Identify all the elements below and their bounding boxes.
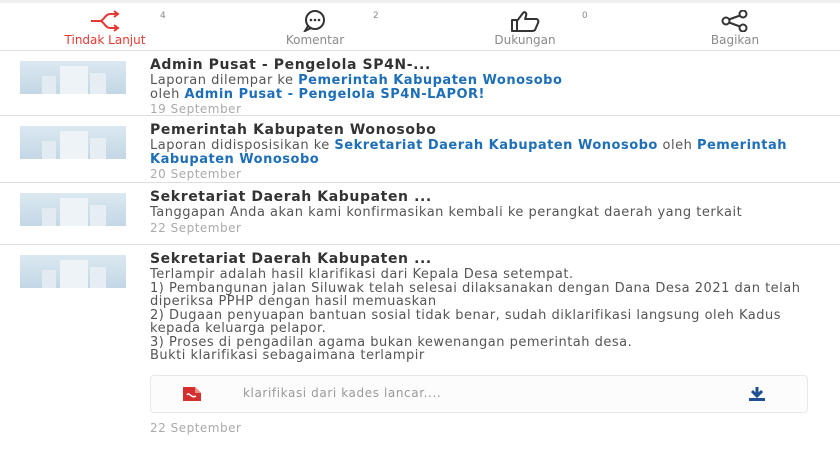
follow-up-count: 4 xyxy=(160,11,166,21)
support-label: Dukungan xyxy=(494,33,556,47)
body-line: 3) Proses di pengadilan agama bukan kewe… xyxy=(150,334,633,350)
download-icon[interactable] xyxy=(747,386,767,402)
comment-count: 2 xyxy=(373,11,379,21)
share-icon xyxy=(721,10,748,32)
pdf-file-icon xyxy=(183,386,201,401)
follow-up-button[interactable]: 4 Tindak Lanjut xyxy=(0,4,210,50)
share-forward-icon xyxy=(91,10,120,32)
item-date: 22 September xyxy=(150,420,242,435)
timeline-item: Admin Pusat - Pengelola SP4N-... Laporan… xyxy=(0,51,840,116)
body-text: oleh xyxy=(657,138,697,153)
thumbs-up-icon xyxy=(511,11,540,32)
report-timeline: Admin Pusat - Pengelola SP4N-... Laporan… xyxy=(0,51,840,465)
item-date: 19 September xyxy=(150,102,242,116)
support-button[interactable]: 0 Dukungan xyxy=(420,4,630,50)
agency-avatar xyxy=(20,193,126,226)
body-line: 1) Pembangunan jalan Siluwak telah seles… xyxy=(150,280,801,309)
item-body: Tanggapan Anda akan kami konfirmasikan k… xyxy=(150,205,743,220)
attachment-filename: klarifikasi dari kades lancar.... xyxy=(243,385,442,400)
follow-up-label: Tindak Lanjut xyxy=(64,33,146,47)
timeline-item: Sekretariat Daerah Kabupaten ... Tanggap… xyxy=(0,183,840,245)
item-body: Terlampir adalah hasil klarifikasi dari … xyxy=(150,268,810,363)
item-body: Laporan didisposisikan ke Sekretariat Da… xyxy=(150,139,810,166)
support-count: 0 xyxy=(582,11,588,21)
item-title: Sekretariat Daerah Kabupaten ... xyxy=(150,189,432,205)
item-title: Admin Pusat - Pengelola SP4N-... xyxy=(150,57,431,73)
agency-avatar xyxy=(20,61,126,94)
body-text: oleh xyxy=(150,86,185,102)
item-title: Sekretariat Daerah Kabupaten ... xyxy=(150,251,432,267)
agency-avatar xyxy=(20,255,126,288)
report-action-bar: 4 Tindak Lanjut 2 Komentar 0 Dukungan Ba… xyxy=(0,4,840,51)
share-label: Bagikan xyxy=(710,33,760,47)
item-date: 22 September xyxy=(150,220,242,235)
share-button[interactable]: Bagikan xyxy=(630,4,840,50)
item-body: Laporan dilempar ke Pemerintah Kabupaten… xyxy=(150,74,810,101)
agency-link[interactable]: Sekretariat Daerah Kabupaten Wonosobo xyxy=(334,138,657,153)
item-title: Pemerintah Kabupaten Wonosobo xyxy=(150,122,437,138)
body-line: Bukti klarifikasi sebagaimana terlampir xyxy=(150,348,425,363)
agency-avatar xyxy=(20,126,126,159)
comment-bubble-icon xyxy=(303,10,325,32)
body-line: Terlampir adalah hasil klarifikasi dari … xyxy=(150,267,574,282)
item-date: 20 September xyxy=(150,167,242,181)
agency-link[interactable]: Admin Pusat - Pengelola SP4N-LAPOR! xyxy=(184,87,485,102)
top-divider xyxy=(0,0,840,3)
body-line: 2) Dugaan penyuapan bantuan sosial tidak… xyxy=(150,307,782,336)
timeline-item: Sekretariat Daerah Kabupaten ... Terlamp… xyxy=(0,245,840,465)
timeline-item: Pemerintah Kabupaten Wonosobo Laporan di… xyxy=(0,116,840,183)
comment-label: Komentar xyxy=(285,33,345,47)
attachment-card[interactable]: klarifikasi dari kades lancar.... xyxy=(150,374,808,413)
comment-button[interactable]: 2 Komentar xyxy=(210,4,420,50)
